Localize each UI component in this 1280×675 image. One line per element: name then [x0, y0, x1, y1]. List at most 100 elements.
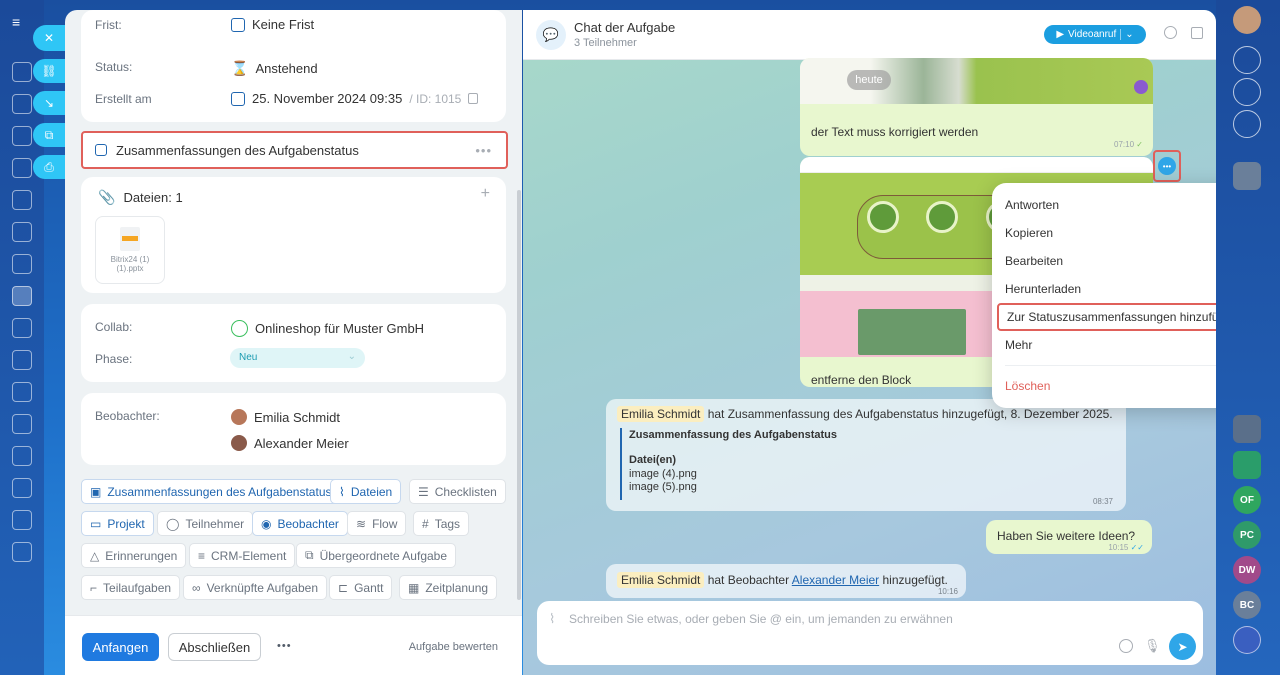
feed-icon[interactable]	[12, 94, 32, 114]
cards-icon[interactable]	[12, 190, 32, 210]
print-button[interactable]: ⎙	[33, 155, 65, 179]
phone-icon[interactable]	[1233, 626, 1261, 654]
more-icon[interactable]: •••	[475, 143, 492, 158]
scrollbar[interactable]	[517, 190, 521, 600]
video-call-button[interactable]: ▶ Videoanruf ⌄	[1044, 25, 1146, 44]
status-summary-row[interactable]: Zusammenfassungen des Aufgabenstatus •••	[81, 131, 508, 169]
rate-task-link[interactable]: Aufgabe bewerten	[409, 641, 498, 653]
user-name[interactable]: Emilia Schmidt	[617, 406, 705, 422]
message-time: 10:16	[937, 587, 958, 596]
phase-select[interactable]: Neu ⌄	[230, 348, 365, 368]
user-link[interactable]: Alexander Meier	[792, 573, 879, 587]
tag-subtasks[interactable]: ⌐ Teilaufgaben	[81, 575, 181, 600]
add-file-icon[interactable]: +	[481, 185, 490, 203]
minimize-button[interactable]: ↘	[33, 91, 65, 115]
right-messenger-rail: OF PC DW BC	[1216, 0, 1280, 675]
tag-checklists[interactable]: ☰ Checklisten	[409, 479, 506, 504]
chat-badge[interactable]: PC	[1233, 521, 1261, 549]
complete-button[interactable]: Abschließen	[168, 633, 261, 661]
message-menu-button[interactable]: •••	[1153, 150, 1181, 182]
chat-subtitle[interactable]: 3 Teilnehmer	[574, 37, 637, 49]
contact-avatar[interactable]	[1233, 162, 1261, 190]
hamburger-icon[interactable]: ≡	[12, 14, 32, 34]
collab-value[interactable]: Onlineshop für Muster GmbH	[231, 320, 424, 337]
microphone-icon[interactable]: 🎙	[1144, 638, 1161, 654]
created-value: 25. November 2024 09:35 / ID: 1015	[231, 91, 479, 106]
message-input-box: ⌇ Schreiben Sie etwas, oder geben Sie @ …	[537, 601, 1203, 665]
file-name: image (5).png	[629, 481, 697, 493]
chat-badge[interactable]: DW	[1233, 556, 1261, 584]
store-icon[interactable]	[12, 414, 32, 434]
menu-label: Bearbeiten	[1005, 254, 1064, 268]
cart-icon[interactable]	[12, 510, 32, 530]
message-input[interactable]: Schreiben Sie etwas, oder geben Sie @ ei…	[569, 612, 953, 626]
deadline-value[interactable]: Keine Frist	[231, 17, 314, 32]
sidebar-toggle-icon[interactable]	[1191, 27, 1203, 39]
tag-observers[interactable]: ◉ Beobachter	[252, 511, 348, 536]
tag-crm[interactable]: ≡ CRM-Element	[189, 543, 296, 568]
user-name[interactable]: Emilia Schmidt	[617, 572, 705, 588]
tag-summaries[interactable]: ▣ Zusammenfassungen des Aufgabenstatus	[81, 479, 341, 504]
eye-icon: ◉	[261, 516, 272, 531]
file-icon[interactable]	[12, 222, 32, 242]
image-message[interactable]: heute der Text muss korrigiert werden 07…	[800, 58, 1153, 156]
chat-badge[interactable]: OF	[1233, 486, 1261, 514]
open-new-window-button[interactable]: ⧉	[33, 123, 65, 147]
more-actions-icon[interactable]: •••	[277, 640, 292, 652]
link-icon: ∞	[192, 580, 201, 595]
list-icon[interactable]	[12, 446, 32, 466]
users-icon[interactable]	[12, 158, 32, 178]
tag-participants[interactable]: ◯ Teilnehmer	[157, 511, 254, 536]
files-card: 📎 Dateien: 1 + Bitrix24 (1) (1).pptx	[81, 177, 506, 293]
user-avatar[interactable]	[1233, 6, 1261, 34]
copy-link-button[interactable]: ⛓	[33, 59, 65, 83]
channels-icon[interactable]	[1233, 78, 1261, 106]
send-icon[interactable]: ➤	[1169, 633, 1196, 660]
search-icon[interactable]	[1164, 26, 1177, 39]
quote-title: Zusammenfassung des Aufgabenstatus	[629, 429, 838, 441]
chart-icon[interactable]	[12, 478, 32, 498]
group-avatar[interactable]	[1233, 415, 1261, 443]
tag-gantt[interactable]: ⊏ Gantt	[329, 575, 393, 600]
website-header	[800, 157, 1153, 173]
status-value: ⌛ Anstehend	[231, 60, 318, 77]
close-slider-button[interactable]: ✕	[33, 25, 65, 51]
calendar-icon[interactable]	[12, 318, 32, 338]
attach-icon[interactable]: ⌇	[549, 611, 555, 627]
chat-icon[interactable]	[12, 254, 32, 274]
observer-item[interactable]: Emilia Schmidt	[231, 409, 340, 425]
chats-icon[interactable]	[1233, 110, 1261, 138]
tasks-icon[interactable]	[12, 286, 32, 306]
sign-icon[interactable]	[12, 350, 32, 370]
paperclip-icon: ⌇	[339, 484, 345, 499]
file-tile[interactable]: Bitrix24 (1) (1).pptx	[95, 216, 165, 284]
tag-scheduling[interactable]: ▦ Zeitplanung	[399, 575, 498, 600]
copy-icon[interactable]	[468, 93, 479, 104]
tag-project[interactable]: ▭ Projekt	[81, 511, 154, 536]
chevron-down-icon[interactable]: ⌄	[1120, 29, 1134, 40]
task-action-bar: Anfangen Abschließen ••• Aufgabe bewerte…	[65, 615, 522, 675]
settings-icon[interactable]	[12, 542, 32, 562]
tag-reminders[interactable]: △ Erinnerungen	[81, 543, 187, 568]
message-bubble[interactable]: Haben Sie weitere Ideen? 10:15 ✓✓	[986, 520, 1152, 554]
tag-files[interactable]: ⌇ Dateien	[330, 479, 402, 504]
created-text: 25. November 2024 09:35	[252, 91, 403, 106]
filter-icon[interactable]	[12, 382, 32, 402]
tag-tags[interactable]: # Tags	[413, 511, 470, 536]
summary-icon	[95, 144, 107, 156]
tag-linked-tasks[interactable]: ∞ Verknüpfte Aufgaben	[183, 575, 327, 600]
tag-label: Verknüpfte Aufgaben	[206, 580, 318, 595]
phase-label: Phase:	[95, 352, 133, 366]
task-chat-avatar[interactable]	[1233, 451, 1261, 479]
emoji-icon[interactable]	[1119, 639, 1133, 653]
chat-badge[interactable]: BC	[1233, 591, 1261, 619]
home-icon[interactable]	[12, 62, 32, 82]
tag-parent-task[interactable]: ⧉ Übergeordnete Aufgabe	[296, 543, 457, 568]
tag-flow[interactable]: ≋ Flow	[347, 511, 407, 536]
created-label: Erstellt am	[95, 92, 152, 106]
observer-item[interactable]: Alexander Meier	[231, 435, 349, 451]
docs-icon[interactable]	[12, 126, 32, 146]
notifications-icon[interactable]	[1233, 46, 1261, 74]
menu-label: Herunterladen	[1005, 282, 1082, 296]
start-button[interactable]: Anfangen	[82, 633, 159, 661]
